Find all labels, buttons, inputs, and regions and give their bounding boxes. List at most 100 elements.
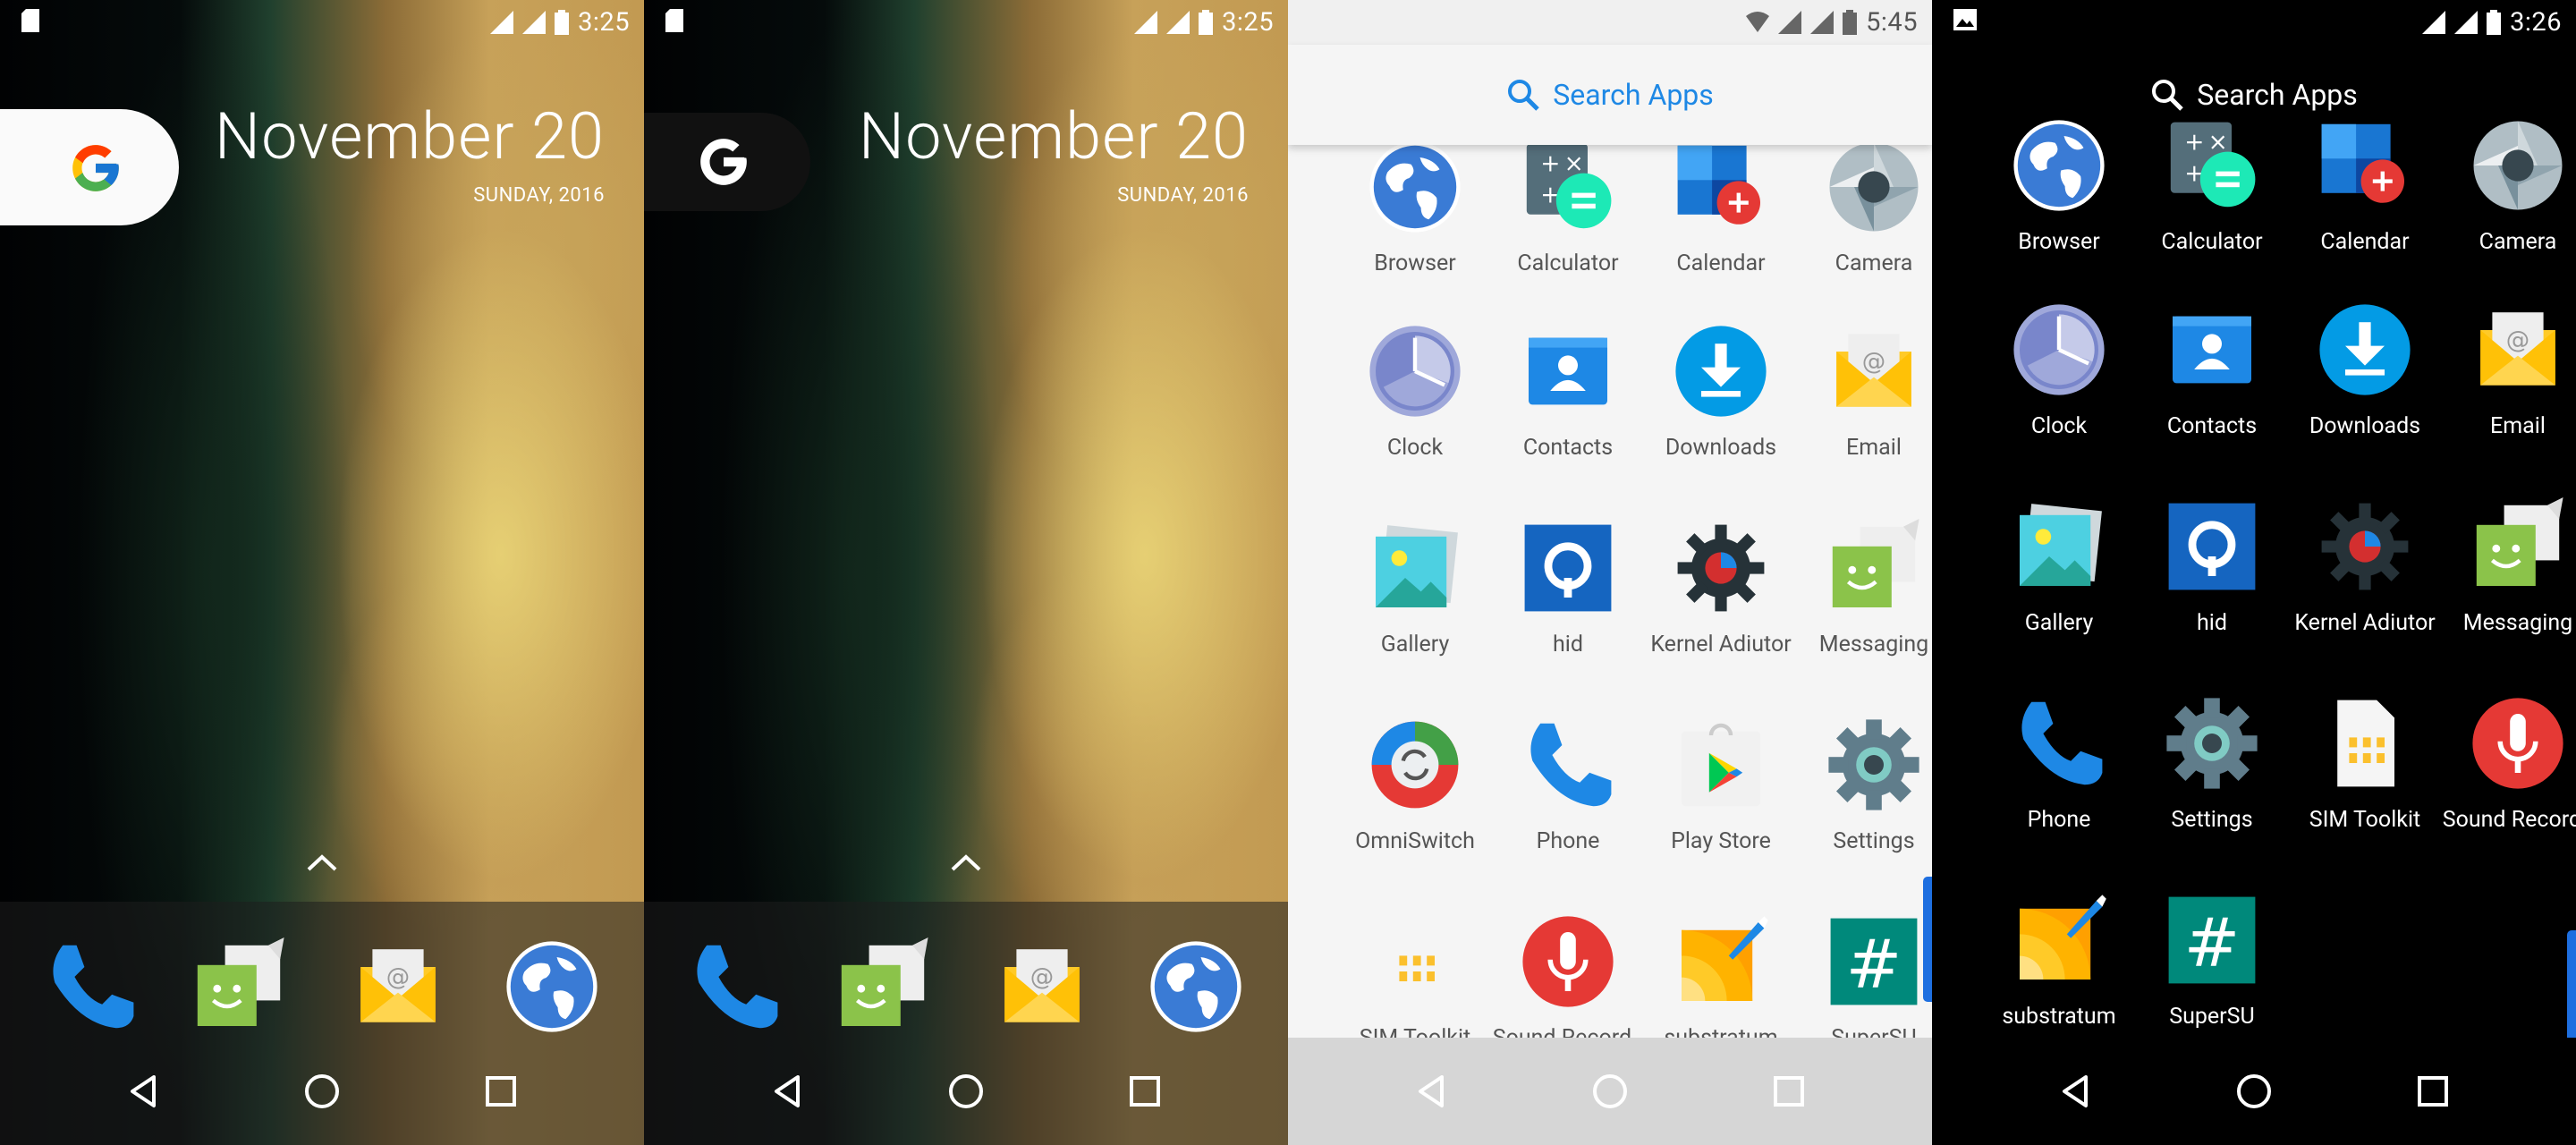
fast-scroll-handle[interactable] [2567, 930, 2576, 1056]
app-sim-toolkit[interactable]: SIM Toolkit [1335, 912, 1496, 1051]
app-sound-recorder[interactable]: Sound Record.. [2437, 694, 2576, 833]
recents-icon[interactable] [476, 1066, 526, 1116]
navigation-bar [1288, 1038, 1932, 1145]
search-apps-bar[interactable]: Search Apps [1288, 45, 1932, 145]
gallery-icon [2010, 497, 2108, 596]
status-bar: 3:25 [644, 0, 1288, 45]
app-kernel-adiutor[interactable]: Kernel Adiutor [1640, 519, 1801, 657]
clock-time: 5:45 [1866, 7, 1918, 38]
messaging-icon [1825, 519, 1923, 617]
app-label: Phone [2027, 807, 2091, 833]
app-downloads[interactable]: Downloads [2284, 301, 2445, 439]
signal-icon [2422, 11, 2446, 34]
app-substratum[interactable]: substratum [1979, 891, 2140, 1030]
app-supersu[interactable]: SuperSU [1793, 912, 1932, 1051]
app-label: Contacts [1522, 435, 1614, 461]
search-apps-label: Search Apps [2197, 78, 2358, 112]
phone-icon[interactable] [41, 937, 140, 1036]
google-search-pill[interactable] [0, 109, 179, 225]
app-calendar[interactable]: Calendar [2284, 116, 2445, 255]
browser-icon[interactable] [1147, 937, 1245, 1036]
recents-icon[interactable] [1764, 1066, 1814, 1116]
omniswitch-icon [1366, 716, 1464, 814]
back-icon[interactable] [762, 1066, 812, 1116]
app-sim-toolkit[interactable]: SIM Toolkit [2284, 694, 2445, 833]
home-icon[interactable] [1585, 1066, 1635, 1116]
play-store-icon [1672, 716, 1770, 814]
email-icon [1825, 322, 1923, 420]
app-label: Downloads [2309, 413, 2421, 439]
app-downloads[interactable]: Downloads [1640, 322, 1801, 461]
app-kernel-adiutor[interactable]: Kernel Adiutor [2284, 497, 2445, 636]
app-gallery[interactable]: Gallery [1335, 519, 1496, 657]
supersu-icon [2163, 891, 2261, 989]
signal-icon [1166, 11, 1191, 34]
app-label: Gallery [2024, 610, 2094, 636]
app-gallery[interactable]: Gallery [1979, 497, 2140, 636]
email-icon[interactable] [349, 937, 447, 1036]
app-calculator[interactable]: Calculator [2131, 116, 2292, 255]
wifi-icon [1746, 12, 1770, 32]
app-camera[interactable]: Camera [2437, 116, 2576, 255]
app-messaging[interactable]: Messaging [2437, 497, 2576, 636]
calculator-icon [1519, 138, 1617, 236]
app-calculator[interactable]: Calculator [1487, 138, 1648, 276]
back-icon[interactable] [118, 1066, 168, 1116]
app-messaging[interactable]: Messaging [1793, 519, 1932, 657]
settings-icon [2163, 694, 2261, 793]
app-supersu[interactable]: SuperSU [2131, 891, 2292, 1030]
app-contacts[interactable]: Contacts [2131, 301, 2292, 439]
app-contacts[interactable]: Contacts [1487, 322, 1648, 461]
supersu-icon [1825, 912, 1923, 1011]
date-widget-date[interactable]: November 20 [215, 98, 605, 174]
app-settings[interactable]: Settings [2131, 694, 2292, 833]
app-substratum[interactable]: substratum [1640, 912, 1801, 1051]
app-hid[interactable]: hid [2131, 497, 2292, 636]
app-calendar[interactable]: Calendar [1640, 138, 1801, 276]
search-apps-label: Search Apps [1553, 78, 1714, 112]
app-camera[interactable]: Camera [1793, 138, 1932, 276]
signal-icon [2454, 11, 2479, 34]
app-phone[interactable]: Phone [1979, 694, 2140, 833]
app-settings[interactable]: Settings [1793, 716, 1932, 854]
app-omniswitch[interactable]: OmniSwitch [1335, 716, 1496, 854]
app-label: SIM Toolkit [2309, 807, 2421, 833]
app-clock[interactable]: Clock [1335, 322, 1496, 461]
browser-icon [2010, 116, 2108, 215]
search-icon [2152, 80, 2183, 111]
image-notification-icon [1953, 9, 1977, 30]
google-search-pill[interactable] [644, 113, 810, 211]
back-icon[interactable] [2050, 1066, 2100, 1116]
date-widget-date[interactable]: November 20 [859, 98, 1249, 174]
app-drawer-caret-icon[interactable] [303, 850, 341, 875]
browser-icon[interactable] [503, 937, 601, 1036]
app-browser[interactable]: Browser [1335, 138, 1496, 276]
email-icon[interactable] [993, 937, 1091, 1036]
back-icon[interactable] [1406, 1066, 1456, 1116]
home-icon[interactable] [941, 1066, 991, 1116]
app-label: SuperSU [2169, 1004, 2255, 1030]
recents-icon[interactable] [2408, 1066, 2458, 1116]
home-icon[interactable] [297, 1066, 347, 1116]
messaging-icon[interactable] [190, 937, 288, 1036]
signal-icon [522, 11, 547, 34]
app-phone[interactable]: Phone [1487, 716, 1648, 854]
app-drawer-caret-icon[interactable] [947, 850, 985, 875]
app-email[interactable]: Email [2437, 301, 2576, 439]
app-play-store[interactable]: Play Store [1640, 716, 1801, 854]
app-label: hid [1553, 632, 1583, 657]
app-clock[interactable]: Clock [1979, 301, 2140, 439]
app-sound-recorder[interactable]: Sound Record.. [1487, 912, 1648, 1051]
messaging-icon[interactable] [834, 937, 932, 1036]
home-icon[interactable] [2229, 1066, 2279, 1116]
calendar-icon [1672, 138, 1770, 236]
app-label: Email [2490, 413, 2546, 439]
phone-icon[interactable] [685, 937, 784, 1036]
fast-scroll-handle[interactable] [1923, 877, 1932, 1002]
app-browser[interactable]: Browser [1979, 116, 2140, 255]
app-email[interactable]: Email [1793, 322, 1932, 461]
app-hid[interactable]: hid [1487, 519, 1648, 657]
clock-time: 3:26 [2510, 7, 2562, 38]
status-bar: 5:45 [1288, 0, 1932, 45]
recents-icon[interactable] [1120, 1066, 1170, 1116]
